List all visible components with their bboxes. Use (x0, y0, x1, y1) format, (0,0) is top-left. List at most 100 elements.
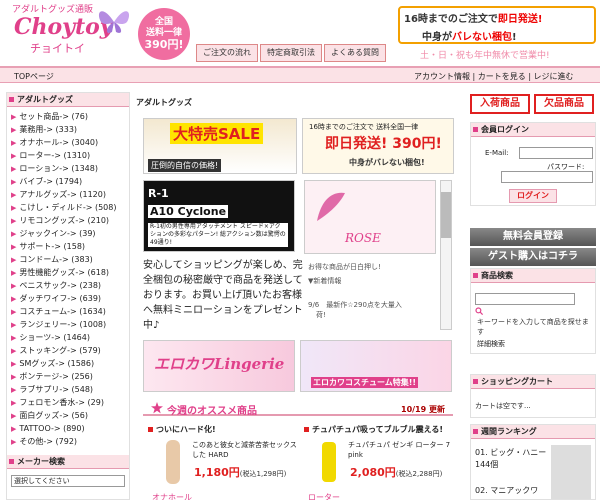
login-box: 会員ログイン E-Mail: パスワード: ログイン (470, 122, 596, 206)
category-item[interactable]: ▶ セット商品-> (76) (11, 110, 129, 123)
category-item[interactable]: ▶ ラブサプリ-> (548) (11, 383, 129, 396)
lingerie-banner[interactable]: エロカワLingerie (143, 340, 295, 392)
category-item[interactable]: ▶ ランジェリー-> (1008) (11, 318, 129, 331)
product-card[interactable]: チュパチュパ吸ってブルブル震える! チュパチュパ ゼンギ ローター 7 pink… (304, 424, 454, 500)
recommend-title: 今週のオススメ商品 (167, 406, 257, 417)
square-icon (148, 427, 153, 432)
square-icon (9, 97, 14, 102)
category-item[interactable]: ▶ アナルグッズ-> (1120) (11, 188, 129, 201)
email-field[interactable] (519, 147, 593, 159)
cart-empty-text: カートは空です... (475, 402, 531, 410)
arrow-right-icon: ▶ (11, 282, 17, 290)
sale-banner-sub: 圧倒的自信の価格! (148, 159, 222, 172)
category-item[interactable]: ▶ 面白グッズ-> (56) (11, 409, 129, 422)
maker-search-header: メーカー検索 (7, 455, 129, 469)
nav-legal[interactable]: 特定商取引法 (260, 44, 322, 62)
category-item[interactable]: ▶ ペニスサック-> (238) (11, 279, 129, 292)
register-button[interactable]: 無料会員登録 (470, 228, 596, 246)
category-item[interactable]: ▶ ダッチワイフ-> (639) (11, 292, 129, 305)
category-item[interactable]: ▶ ショーツ-> (1464) (11, 331, 129, 344)
open-note: 土・日・祝も年中無休で営業中! (420, 51, 550, 61)
product-desc[interactable]: このあと彼女と減茶苦茶セックスした HARD (192, 440, 298, 460)
ranking-item-2[interactable]: 02. マニアックワ (475, 485, 538, 496)
page-title: アダルトグッズ (136, 98, 192, 107)
email-label: E-Mail: (485, 149, 509, 157)
category-item[interactable]: ▶ ローション-> (1348) (11, 162, 129, 175)
top-page-link[interactable]: TOPページ (14, 71, 54, 82)
category-label: サポート-> (158) (19, 242, 86, 251)
category-item[interactable]: ▶ ストッキング-> (579) (11, 344, 129, 357)
product-image[interactable] (316, 438, 342, 486)
arrow-right-icon: ▶ (11, 230, 17, 238)
category-label: ローション-> (1348) (19, 164, 98, 173)
category-item[interactable]: ▶ こけし・ディルド-> (508) (11, 201, 129, 214)
category-item[interactable]: ▶ その他-> (792) (11, 435, 129, 448)
arrow-right-icon: ▶ (11, 295, 17, 303)
category-item[interactable]: ▶ 男性機能グッズ-> (618) (11, 266, 129, 279)
category-label: ラブサプリ-> (548) (19, 385, 94, 394)
star-icon (151, 402, 163, 414)
category-item[interactable]: ▶ ボンテージ-> (256) (11, 370, 129, 383)
arrow-right-icon: ▶ (11, 347, 17, 355)
search-box: 商品検索 キーワードを入力して商品を探せます 詳細検索 (470, 268, 596, 354)
arrow-right-icon: ▶ (11, 256, 17, 264)
product-category[interactable]: オナホール (152, 492, 192, 500)
arrow-right-icon: ▶ (11, 204, 17, 212)
category-item[interactable]: ▶ SMグッズ-> (1586) (11, 357, 129, 370)
category-label: TATTOO-> (890) (19, 424, 85, 433)
arrow-right-icon: ▶ (11, 113, 17, 121)
promo-line-2: 中身がバレない梱包! (422, 28, 517, 43)
login-button[interactable]: ログイン (509, 189, 557, 203)
soldout-items-button[interactable]: 欠品商品 (534, 94, 594, 114)
nav-faq[interactable]: よくある質問 (324, 44, 386, 62)
shipping-badge: 全国 送料一律 390円! (138, 8, 190, 60)
arrow-right-icon: ▶ (11, 412, 17, 420)
password-field[interactable] (501, 171, 593, 183)
arrow-right-icon: ▶ (11, 334, 17, 342)
news-scrollbar-thumb[interactable] (441, 192, 451, 238)
category-item[interactable]: ▶ ローター-> (1310) (11, 149, 129, 162)
shipping-banner[interactable]: 16時までのご注文で 送料全国一律 即日発送! 390円! 中身がバレない梱包! (302, 118, 454, 174)
new-items-button[interactable]: 入荷商品 (470, 94, 530, 114)
news-item[interactable]: 9/6 最新作☆290点を大量入 (308, 300, 402, 310)
promo-line-1a: 16時までのご注文で (404, 14, 498, 25)
arrow-right-icon: ▶ (11, 126, 17, 134)
category-item[interactable]: ▶ コンドーム-> (383) (11, 253, 129, 266)
advanced-search-link[interactable]: 詳細検索 (477, 339, 505, 349)
maker-select[interactable]: 選択してください (11, 475, 125, 487)
category-label: ストッキング-> (579) (19, 346, 101, 355)
shipping-banner-l1: 16時までのご注文で 送料全国一律 (309, 123, 419, 131)
category-item[interactable]: ▶ フェロモン香水-> (29) (11, 396, 129, 409)
search-input[interactable] (475, 293, 575, 305)
category-list: ▶ セット商品-> (76) ▶ 業務用-> (333) ▶ オナホール-> (3040)… (7, 107, 129, 448)
category-item[interactable]: ▶ TATTOO-> (890) (11, 422, 129, 435)
product-desc[interactable]: チュパチュパ ゼンギ ローター 7 pink (348, 440, 454, 460)
nav-order-flow[interactable]: ご注文の流れ (196, 44, 258, 62)
guest-purchase-button[interactable]: ゲスト購入はコチラ (470, 248, 596, 266)
category-label: 男性機能グッズ-> (618) (19, 268, 110, 277)
category-item[interactable]: ▶ ジャックイン-> (39) (11, 227, 129, 240)
ranking-image[interactable] (551, 445, 591, 499)
product-card[interactable]: ついにハード化! このあと彼女と減茶苦茶セックスした HARD 1,180円(税… (148, 424, 298, 500)
category-item[interactable]: ▶ サポート-> (158) (11, 240, 129, 253)
rose-banner[interactable]: ROSE (304, 180, 436, 254)
category-item[interactable]: ▶ 業務用-> (333) (11, 123, 129, 136)
costume-banner[interactable]: エロカワコスチューム特集!! (300, 340, 452, 392)
category-item[interactable]: ▶ コスチューム-> (1634) (11, 305, 129, 318)
cyclone-banner-desc: R-1初の男性専用アタッチメント スピード×アクションの多彩なパターン! 総アク… (148, 223, 288, 247)
category-item[interactable]: ▶ バイブ-> (1794) (11, 175, 129, 188)
sale-banner[interactable]: 大特売SALE 圧倒的自信の価格! (143, 118, 297, 174)
shipping-badge-price: 390円! (144, 38, 184, 51)
cyclone-banner[interactable]: R-1 A10 Cyclone R-1初の男性専用アタッチメント スピード×アク… (143, 180, 295, 252)
category-item[interactable]: ▶ オナホール-> (3040) (11, 136, 129, 149)
product-category[interactable]: ローター (308, 492, 340, 500)
category-item[interactable]: ▶ リモコングッズ-> (210) (11, 214, 129, 227)
account-links[interactable]: アカウント情報 | カートを見る | レジに進む (414, 71, 574, 82)
promo-line-2a: 中身が (422, 32, 452, 43)
product-image[interactable] (160, 438, 186, 486)
search-icon[interactable] (475, 307, 483, 315)
header: アダルトグッズ通販 Choytoy チョイトイ 全国 送料一律 390円! ご注… (0, 0, 600, 68)
ranking-item-1[interactable]: 01. ビッグ・ハニー 144個 (475, 447, 554, 471)
shipping-badge-l1: 全国 (154, 17, 173, 27)
product-price: 2,080円(税込2,288円) (350, 466, 443, 479)
